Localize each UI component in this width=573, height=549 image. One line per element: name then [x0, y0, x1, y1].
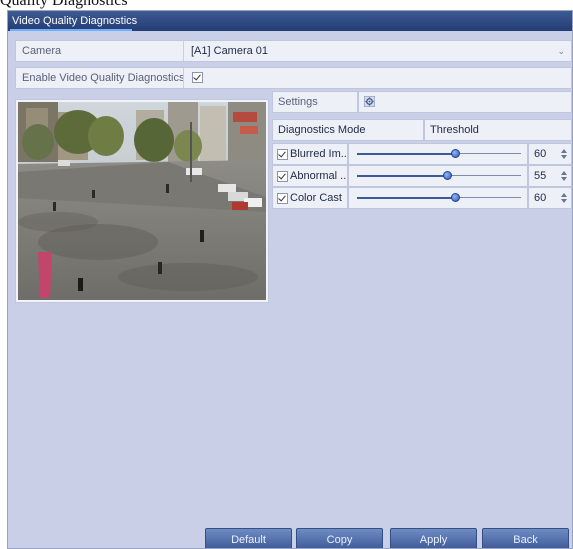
copy-button[interactable]: Copy	[296, 528, 383, 548]
threshold-slider[interactable]	[348, 165, 528, 187]
threshold-slider[interactable]	[348, 143, 528, 165]
slider-track	[455, 153, 521, 154]
diagnostics-mode-item: Color Cast	[272, 187, 348, 209]
gear-icon[interactable]	[364, 96, 375, 107]
settings-label: Settings	[272, 91, 358, 113]
diagnostics-mode-label: Abnormal ...	[290, 170, 348, 182]
threshold-value: 60	[534, 148, 547, 160]
spinner-arrows-icon[interactable]	[561, 193, 567, 203]
threshold-value-field[interactable]: 60	[528, 187, 572, 209]
apply-button[interactable]: Apply	[390, 528, 477, 548]
active-tab-indicator	[10, 29, 132, 31]
slider-thumb[interactable]	[443, 171, 452, 180]
slider-fill	[357, 175, 447, 177]
slider-track	[455, 197, 521, 198]
camera-scene-image	[18, 102, 266, 300]
threshold-value-field[interactable]: 60	[528, 143, 572, 165]
camera-row: Camera [A1] Camera 01 ⌄	[15, 40, 572, 62]
diagnostics-mode-label: Color Cast	[290, 192, 342, 204]
diagnostics-mode-checkbox[interactable]	[277, 193, 288, 204]
diagnostics-mode-label: Blurred Im...	[290, 148, 348, 160]
diagnostics-mode-item: Abnormal ...	[272, 165, 348, 187]
page-caption: Quality Diagnostics	[0, 0, 128, 9]
tab-video-quality-diagnostics[interactable]: Video Quality Diagnostics	[8, 13, 141, 30]
diagnostics-mode-checkbox[interactable]	[277, 149, 288, 160]
enable-row: Enable Video Quality Diagnostics	[15, 67, 572, 89]
enable-checkbox[interactable]	[192, 72, 203, 83]
slider-fill	[357, 197, 455, 199]
diagnostics-mode-header: Diagnostics Mode	[272, 119, 424, 141]
threshold-header: Threshold	[424, 119, 572, 141]
enable-label: Enable Video Quality Diagnostics	[16, 68, 184, 88]
diagnostics-mode-item: Blurred Im...	[272, 143, 348, 165]
slider-thumb[interactable]	[451, 193, 460, 202]
spinner-arrows-icon[interactable]	[561, 171, 567, 181]
chevron-down-icon[interactable]: ⌄	[557, 41, 565, 61]
threshold-value: 55	[534, 170, 547, 182]
threshold-slider[interactable]	[348, 187, 528, 209]
slider-fill	[357, 153, 455, 155]
settings-gear-cell	[358, 91, 572, 113]
threshold-value: 60	[534, 192, 547, 204]
camera-label: Camera	[16, 41, 184, 61]
camera-select[interactable]: [A1] Camera 01	[191, 41, 268, 61]
video-quality-diagnostics-window: Video Quality Diagnostics Camera [A1] Ca…	[7, 10, 573, 549]
title-bar: Video Quality Diagnostics	[8, 11, 572, 31]
slider-track	[447, 175, 521, 176]
default-button[interactable]: Default	[205, 528, 292, 548]
diagnostics-mode-checkbox[interactable]	[277, 171, 288, 182]
spinner-arrows-icon[interactable]	[561, 149, 567, 159]
slider-thumb[interactable]	[451, 149, 460, 158]
back-button[interactable]: Back	[482, 528, 569, 548]
threshold-value-field[interactable]: 55	[528, 165, 572, 187]
video-preview	[15, 99, 269, 303]
